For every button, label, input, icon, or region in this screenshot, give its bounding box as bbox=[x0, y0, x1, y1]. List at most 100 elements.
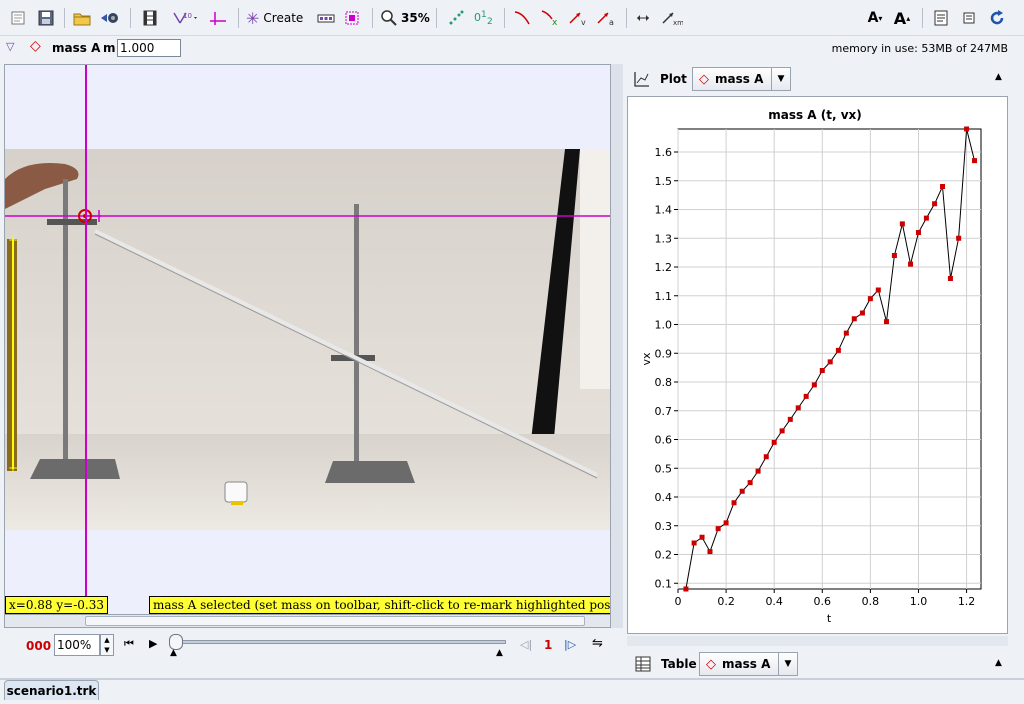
step-forward-icon[interactable]: |▷ bbox=[564, 638, 576, 651]
data-point bbox=[699, 534, 705, 540]
autotracker-icon[interactable] bbox=[340, 6, 364, 30]
y-axis-line[interactable] bbox=[85, 65, 87, 615]
data-point bbox=[755, 468, 761, 474]
xmass-center-icon[interactable] bbox=[632, 6, 656, 30]
save-icon[interactable] bbox=[34, 6, 58, 30]
y-tick-label: 1.3 bbox=[655, 232, 673, 245]
y-tick-label: 1.6 bbox=[655, 146, 673, 159]
data-point bbox=[972, 158, 978, 164]
xmass-icon[interactable]: xm bbox=[660, 6, 684, 30]
data-point bbox=[811, 382, 817, 388]
rewind-icon[interactable]: ⏮ bbox=[124, 637, 134, 651]
chart-frame bbox=[677, 128, 982, 590]
y-tick-label: 1.5 bbox=[655, 175, 673, 188]
data-point bbox=[747, 480, 753, 486]
play-icon[interactable]: ▶ bbox=[149, 637, 157, 650]
frame-counter: 000 bbox=[26, 639, 52, 653]
loop-icon[interactable]: ⇋ bbox=[592, 636, 603, 651]
plot-tab-label[interactable]: Plot bbox=[660, 72, 687, 86]
end-marker-icon[interactable]: ▲ bbox=[496, 648, 503, 658]
x-tick-label: 1.2 bbox=[958, 595, 976, 608]
trails-icon[interactable] bbox=[510, 6, 534, 30]
y-tick-label: 1.2 bbox=[655, 261, 673, 274]
start-marker-icon[interactable]: ▲ bbox=[170, 648, 177, 658]
step-size[interactable]: 1 bbox=[544, 638, 552, 652]
font-larger-icon[interactable]: A ▴ bbox=[890, 6, 914, 30]
table-tab-label[interactable]: Table bbox=[661, 657, 697, 671]
notes-icon[interactable] bbox=[930, 6, 952, 30]
mass-field[interactable] bbox=[117, 39, 181, 57]
video-hscrollbar[interactable] bbox=[4, 614, 611, 628]
plot-track-dropdown[interactable]: ▼ bbox=[771, 67, 791, 91]
axes-icon[interactable] bbox=[206, 6, 230, 30]
data-point bbox=[819, 368, 825, 373]
path-visible-icon[interactable] bbox=[444, 6, 468, 30]
clip-settings-icon[interactable] bbox=[138, 6, 162, 30]
maximize-table-icon[interactable]: ▲ bbox=[995, 658, 1002, 668]
track-control-icon[interactable] bbox=[314, 6, 338, 30]
velocity-icon[interactable]: v bbox=[566, 6, 590, 30]
video-hscroll-thumb[interactable] bbox=[85, 616, 585, 626]
y-tick-label: 1.0 bbox=[655, 319, 673, 332]
svg-text:+: + bbox=[8, 233, 18, 247]
table-track-dropdown[interactable]: ▼ bbox=[778, 652, 798, 676]
frame-slider-track[interactable] bbox=[176, 640, 506, 644]
svg-text:xm: xm bbox=[673, 19, 683, 27]
acceleration-icon[interactable]: a bbox=[594, 6, 618, 30]
create-star-icon: ✳ bbox=[246, 8, 260, 28]
data-point bbox=[683, 586, 689, 592]
refresh-icon[interactable] bbox=[986, 6, 1008, 30]
step-back-icon[interactable]: ◁| bbox=[520, 638, 532, 651]
data-point bbox=[859, 310, 865, 316]
data-point bbox=[908, 261, 914, 267]
splitter[interactable] bbox=[611, 64, 623, 628]
data-point bbox=[915, 230, 921, 235]
data-point bbox=[940, 184, 946, 189]
left-stand-base bbox=[30, 459, 120, 479]
data-point bbox=[835, 347, 841, 353]
step-labels-icon[interactable]: 012 bbox=[472, 6, 496, 30]
plot-area[interactable]: mass A (t, vx) t vx 0 0.2 0.4 0.6 0.8 1.0 1.2 0… bbox=[627, 96, 1008, 634]
new-icon[interactable] bbox=[6, 6, 30, 30]
data-point bbox=[875, 287, 881, 293]
collapse-triangle-icon[interactable]: ▽ bbox=[6, 40, 14, 53]
maximize-plot-icon[interactable]: ▲ bbox=[995, 72, 1002, 82]
open-folder-icon[interactable] bbox=[70, 6, 94, 30]
data-point bbox=[956, 235, 962, 241]
data-point bbox=[771, 439, 777, 445]
video-frame: + + bbox=[5, 149, 610, 530]
chevron-down-icon: ▼ bbox=[777, 74, 785, 84]
data-point bbox=[723, 520, 729, 526]
data-point bbox=[707, 549, 713, 555]
data-point bbox=[715, 526, 721, 532]
data-point bbox=[899, 221, 905, 227]
import-video-icon[interactable] bbox=[98, 6, 122, 30]
rate-field[interactable] bbox=[54, 634, 100, 656]
video-panel[interactable]: + + x=0.88 y=-0.33 mass A selected (set … bbox=[4, 64, 611, 628]
y-tick-label: 0.4 bbox=[655, 491, 673, 504]
rate-spinner[interactable]: ▲ ▼ bbox=[100, 634, 114, 656]
chart-x-label: t bbox=[827, 612, 832, 625]
x-tick-label: 1.0 bbox=[910, 595, 928, 608]
svg-text:x: x bbox=[552, 18, 558, 27]
y-tick-label: 0.2 bbox=[655, 549, 673, 562]
data-point bbox=[851, 316, 857, 322]
table-track-button[interactable]: ◇ mass A bbox=[699, 652, 779, 676]
create-track-button[interactable]: ✳ Create bbox=[246, 6, 308, 30]
data-point bbox=[964, 126, 970, 132]
font-smaller-icon[interactable]: A ▾ bbox=[864, 6, 886, 30]
data-point bbox=[691, 540, 697, 546]
data-point bbox=[947, 276, 953, 281]
cart-object bbox=[224, 481, 248, 505]
properties-icon[interactable] bbox=[958, 6, 980, 30]
plot-divider[interactable] bbox=[627, 636, 1008, 646]
position-icon[interactable]: x bbox=[538, 6, 562, 30]
calibration-tools-icon[interactable]: 10 bbox=[168, 6, 202, 30]
data-point bbox=[763, 454, 769, 460]
main-toolbar: 10 ✳ Create 35% 012 x v a xm A ▾ A ▴ bbox=[0, 0, 1024, 36]
mass-label: m bbox=[103, 41, 116, 55]
file-tab[interactable]: scenario1.trk bbox=[4, 680, 99, 700]
track-name-label[interactable]: mass A bbox=[52, 41, 100, 55]
plot-track-button[interactable]: ◇ mass A bbox=[692, 67, 772, 91]
zoom-button[interactable]: 35% bbox=[380, 6, 430, 30]
